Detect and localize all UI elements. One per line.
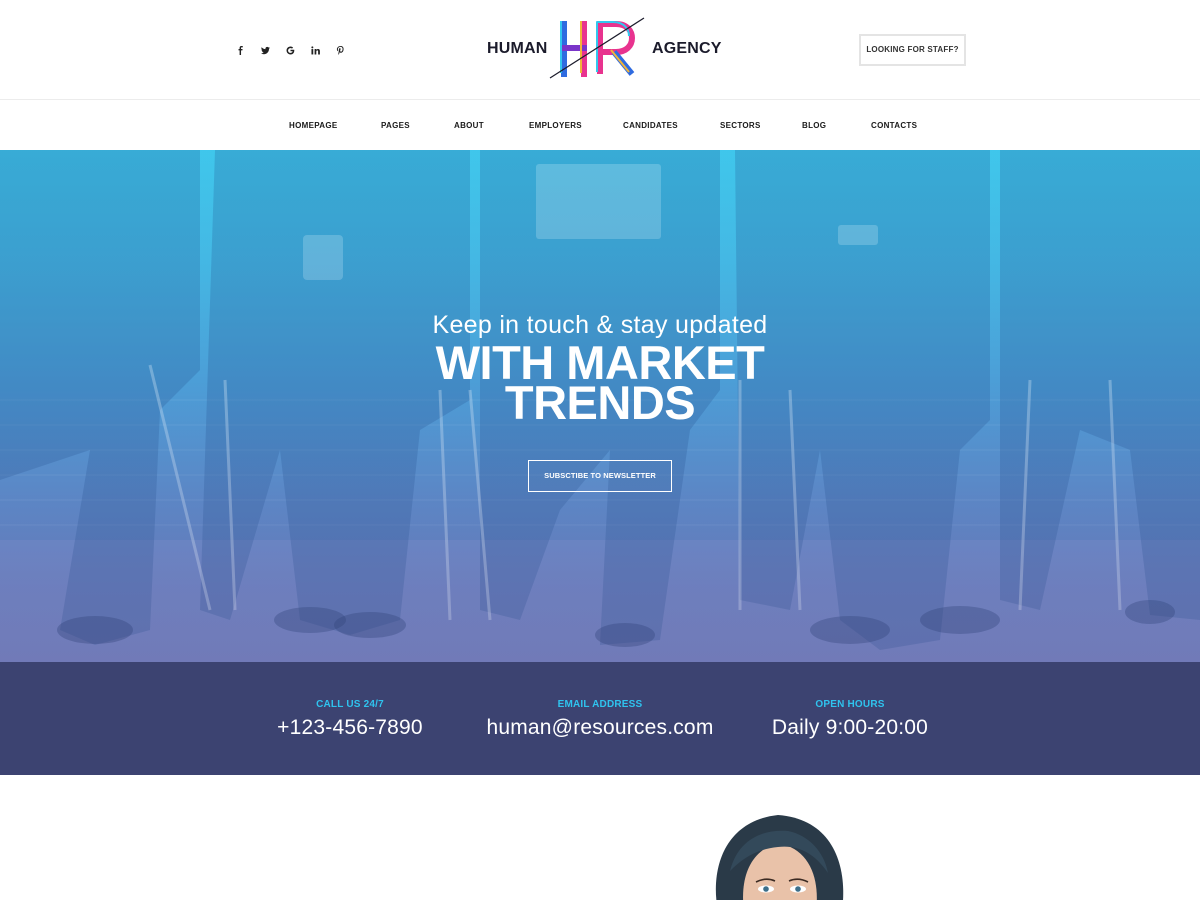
- google-icon[interactable]: [278, 40, 303, 60]
- about-section: [0, 775, 1200, 900]
- logo-hr-mark: [549, 17, 645, 79]
- hero-banner: Keep in touch & stay updated WITH MARKET…: [0, 150, 1200, 662]
- twitter-icon[interactable]: [253, 40, 278, 60]
- phone-label: CALL US 24/7: [316, 699, 384, 710]
- contact-phone: CALL US 24/7 +123-456-7890: [220, 662, 480, 740]
- email-address[interactable]: human@resources.com: [470, 716, 730, 740]
- contact-hours: OPEN HOURS Daily 9:00-20:00: [720, 662, 980, 740]
- hours-label: OPEN HOURS: [815, 699, 885, 710]
- email-label: EMAIL ADDRESS: [557, 699, 643, 710]
- main-nav: HOMEPAGE PAGES ABOUT EMPLOYERS CANDIDATE…: [0, 101, 1200, 150]
- nav-item-blog[interactable]: BLOG: [802, 101, 826, 150]
- nav-item-about[interactable]: ABOUT: [454, 101, 484, 150]
- logo-text-left: HUMAN: [487, 40, 548, 57]
- social-links: [228, 40, 353, 60]
- nav-item-sectors[interactable]: SECTORS: [720, 101, 761, 150]
- logo-text-right: AGENCY: [652, 40, 722, 57]
- facebook-icon[interactable]: [228, 40, 253, 60]
- linkedin-icon[interactable]: [303, 40, 328, 60]
- hero-title-line-2: TRENDS: [504, 376, 696, 429]
- woman-portrait-image: [715, 815, 844, 900]
- hero-title: WITH MARKET TRENDS: [0, 339, 1200, 429]
- top-header: HUMAN AGENCY LOOKING FOR STAFF?: [0, 0, 1200, 100]
- pinterest-icon[interactable]: [328, 40, 353, 60]
- logo[interactable]: HUMAN AGENCY: [486, 14, 721, 80]
- opening-hours: Daily 9:00-20:00: [771, 716, 929, 739]
- phone-number[interactable]: +123-456-7890: [220, 716, 480, 740]
- nav-item-homepage[interactable]: HOMEPAGE: [289, 101, 337, 150]
- nav-item-candidates[interactable]: CANDIDATES: [623, 101, 678, 150]
- contact-info-band: CALL US 24/7 +123-456-7890 EMAIL ADDRESS…: [0, 662, 1200, 775]
- subscribe-newsletter-button[interactable]: SUBSCTIBE TO NEWSLETTER: [528, 460, 672, 492]
- nav-item-employers[interactable]: EMPLOYERS: [529, 101, 582, 150]
- nav-item-pages[interactable]: PAGES: [381, 101, 410, 150]
- contact-email: EMAIL ADDRESS human@resources.com: [470, 662, 730, 740]
- nav-item-contacts[interactable]: CONTACTS: [871, 101, 917, 150]
- looking-for-staff-button[interactable]: LOOKING FOR STAFF?: [859, 34, 966, 66]
